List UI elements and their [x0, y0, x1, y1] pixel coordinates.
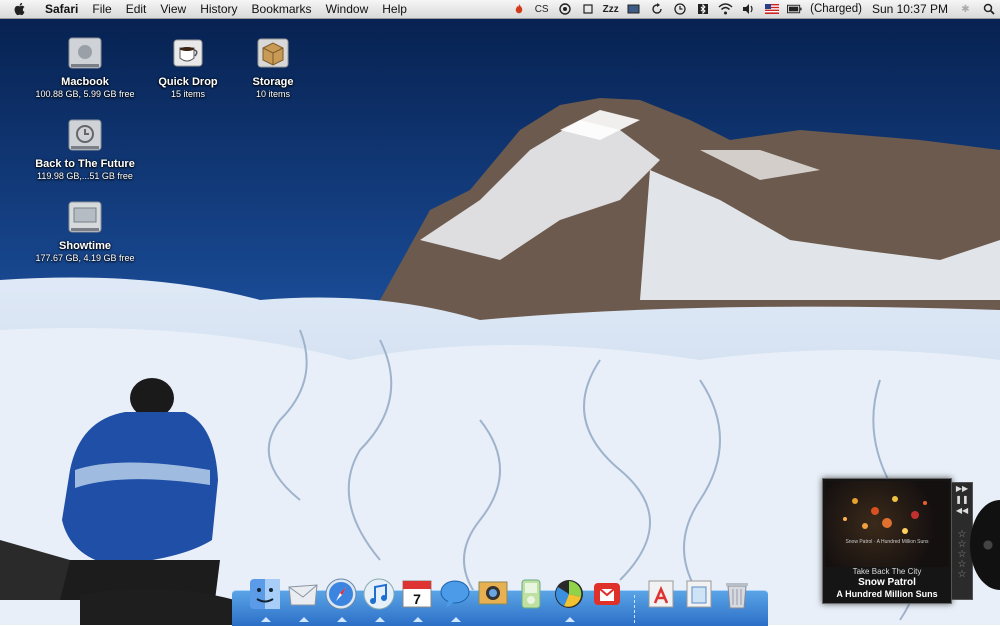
- cs-icon[interactable]: CS: [534, 2, 549, 16]
- gmail-notifier-icon: [594, 583, 620, 605]
- track-title: Take Back The City: [852, 567, 922, 576]
- external-drive-icon: [68, 201, 102, 233]
- calendar-day: 7: [413, 591, 421, 607]
- dock-item-ical[interactable]: 7: [400, 577, 436, 622]
- icon-label: Macbook: [61, 76, 109, 88]
- apple-menu-icon[interactable]: [12, 1, 28, 17]
- desktop-icon-back-to-the-future[interactable]: Back to The Future 119.98 GB,...51 GB fr…: [30, 118, 140, 182]
- icon-label: Showtime: [59, 240, 111, 252]
- icon-label: Storage: [252, 76, 294, 88]
- icon-info: 119.98 GB,...51 GB free: [37, 171, 133, 181]
- icon-info: 100.88 GB, 5.99 GB free: [35, 89, 135, 99]
- iphoto-icon: [478, 581, 508, 605]
- timemachine-icon[interactable]: [672, 2, 687, 16]
- running-indicator: [299, 617, 309, 622]
- rating-star-icon[interactable]: ☆: [952, 570, 972, 580]
- track-album: A Hundred Million Suns: [836, 589, 938, 599]
- applications-folder-icon: [648, 580, 674, 608]
- target-icon[interactable]: [557, 2, 572, 16]
- battery-icon[interactable]: [787, 2, 802, 16]
- menu-history[interactable]: History: [193, 0, 244, 18]
- pause-icon[interactable]: ❚❚: [952, 494, 972, 505]
- app-menu-safari[interactable]: Safari: [38, 0, 85, 18]
- dock-item-safari[interactable]: [324, 577, 360, 622]
- dock-item-ichat[interactable]: [438, 577, 474, 622]
- dock-item-preview[interactable]: [514, 577, 550, 613]
- hard-drive-icon: [68, 37, 102, 69]
- chat-bubble-icon: [440, 580, 470, 608]
- desktop-icon-showtime[interactable]: Showtime 177.67 GB, 4.19 GB free: [30, 200, 140, 264]
- album-art-caption: Snow Patrol · A Hundred Million Suns: [845, 539, 929, 545]
- dock-item-mail[interactable]: [286, 577, 322, 622]
- dock-item-gmail[interactable]: [590, 577, 626, 613]
- itunes-icon: [363, 578, 395, 610]
- finder-icon: [250, 579, 280, 609]
- now-playing-widget[interactable]: Snow Patrol · A Hundred Million Suns Tak…: [822, 478, 952, 604]
- desktop-icon-macbook[interactable]: Macbook 100.88 GB, 5.99 GB free: [30, 36, 140, 100]
- running-indicator: [413, 617, 423, 622]
- trash-icon: [726, 583, 748, 609]
- dock-item-trash[interactable]: [720, 577, 756, 613]
- fire-icon[interactable]: [511, 2, 526, 16]
- battery-status[interactable]: (Charged): [810, 3, 862, 15]
- pie-chart-icon: [555, 580, 583, 608]
- wifi-icon[interactable]: [718, 2, 733, 16]
- running-indicator: [337, 617, 347, 622]
- desktop-icon-storage[interactable]: Storage 10 items: [218, 36, 328, 100]
- running-indicator: [565, 617, 575, 622]
- time-machine-drive-icon: [68, 119, 102, 151]
- dock-item-finder[interactable]: [248, 577, 284, 622]
- running-indicator: [375, 617, 385, 622]
- sleep-icon[interactable]: Zzz: [603, 2, 619, 16]
- dock-item-itunes[interactable]: [362, 577, 398, 622]
- dock-item-iphoto[interactable]: [476, 577, 512, 613]
- menu-bar: Safari File Edit View History Bookmarks …: [0, 0, 1000, 19]
- menu-view[interactable]: View: [153, 0, 193, 18]
- box-icon: [257, 38, 289, 68]
- screen-icon[interactable]: [626, 2, 641, 16]
- dock-item-documents-folder[interactable]: [682, 577, 718, 613]
- menu-file[interactable]: File: [85, 0, 118, 18]
- running-indicator: [451, 617, 461, 622]
- spotlight-search-icon[interactable]: [981, 2, 996, 16]
- next-track-icon[interactable]: ▶▶: [952, 483, 972, 494]
- icon-info: 177.67 GB, 4.19 GB free: [35, 253, 135, 263]
- volume-icon[interactable]: [741, 2, 756, 16]
- bluetooth-icon[interactable]: [695, 2, 710, 16]
- menu-window[interactable]: Window: [319, 0, 376, 18]
- dock: 7: [232, 578, 768, 626]
- sync-icon[interactable]: [649, 2, 664, 16]
- menu-bookmarks[interactable]: Bookmarks: [245, 0, 319, 18]
- frame-icon[interactable]: [580, 2, 595, 16]
- album-art: Snow Patrol · A Hundred Million Suns: [825, 481, 949, 567]
- dock-item-applications-folder[interactable]: [644, 577, 680, 613]
- icon-info: 10 items: [255, 89, 290, 99]
- flag-icon[interactable]: [764, 2, 779, 16]
- spotlight-divider-icon: ✱: [961, 3, 970, 15]
- coffee-cup-icon: [173, 39, 203, 67]
- menu-edit[interactable]: Edit: [119, 0, 154, 18]
- dock-separator: [634, 595, 636, 623]
- documents-folder-icon: [686, 580, 712, 608]
- previous-track-icon[interactable]: ◀◀: [952, 505, 972, 516]
- safari-compass-icon: [325, 578, 357, 610]
- running-indicator: [261, 617, 271, 622]
- menubar-clock[interactable]: Sun 10:37 PM: [872, 2, 948, 16]
- ipod-icon: [521, 579, 541, 609]
- menu-help[interactable]: Help: [375, 0, 414, 18]
- icon-label: Back to The Future: [35, 158, 135, 170]
- mail-icon: [288, 584, 318, 606]
- dock-item-istat[interactable]: [552, 577, 588, 622]
- track-artist: Snow Patrol: [858, 577, 916, 588]
